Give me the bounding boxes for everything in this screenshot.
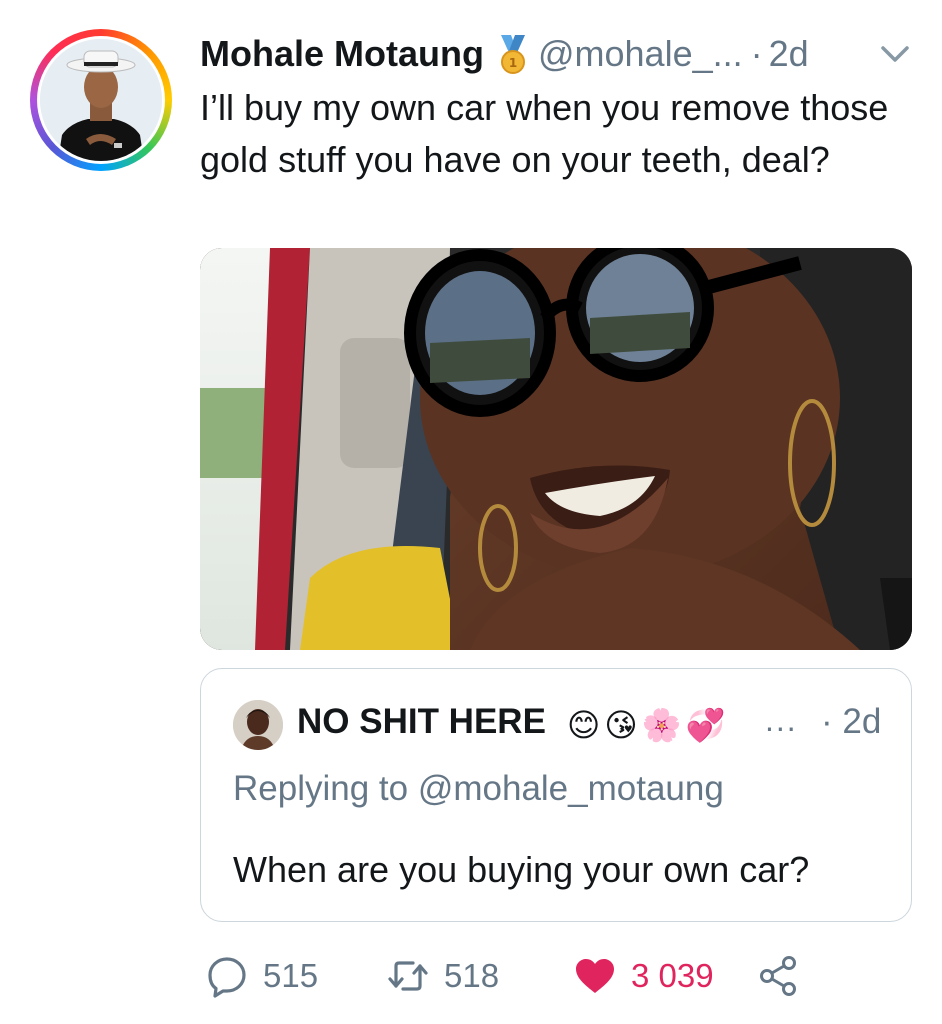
- tweet-header: Mohale Motaung 1 @mohale_... · 2d: [200, 28, 809, 80]
- reply-count: 515: [263, 957, 319, 994]
- quoted-author-avatar[interactable]: [233, 700, 283, 750]
- cherry-blossom-emoji: 🌸: [641, 707, 682, 743]
- share-icon: [760, 956, 796, 996]
- revolving-hearts-emoji: 💞: [685, 707, 726, 743]
- author-name[interactable]: Mohale Motaung: [200, 33, 484, 75]
- heart-icon: [576, 959, 614, 993]
- quoted-tweet-time[interactable]: · 2d: [821, 702, 881, 742]
- medal-icon: 1: [500, 35, 525, 74]
- tweet-photo[interactable]: [200, 248, 912, 650]
- like-count: 3 039: [631, 957, 714, 994]
- separator: ·: [750, 33, 763, 74]
- avatar-image: [40, 39, 162, 161]
- tweet-actions: 515 518 3 039: [0, 948, 942, 1004]
- author-avatar[interactable]: [30, 29, 172, 171]
- author-handle[interactable]: @mohale_...: [538, 33, 743, 75]
- quoted-author-emojis: 😊 😘 🌸 💞: [567, 705, 725, 745]
- chevron-down-icon[interactable]: [878, 40, 912, 68]
- replying-to[interactable]: Replying to @mohale_motaung: [233, 769, 724, 809]
- retweet-button[interactable]: 518: [386, 948, 499, 1004]
- share-button[interactable]: [756, 948, 800, 1004]
- tweet-time[interactable]: 2d: [769, 33, 809, 75]
- quoted-tweet[interactable]: NO SHIT HERE 😊 😘 🌸 💞 ... · 2d Replying t…: [200, 668, 912, 922]
- smiling-face-emoji: 😊: [567, 707, 601, 743]
- quoted-author-name[interactable]: NO SHIT HERE: [297, 702, 546, 742]
- tweet[interactable]: Mohale Motaung 1 @mohale_... · 2d I’ll b…: [0, 0, 942, 1024]
- truncation-ellipsis: ...: [765, 702, 798, 738]
- reply-button[interactable]: 515: [205, 948, 318, 1004]
- kissing-face-emoji: 😘: [604, 707, 638, 743]
- retweet-count: 518: [444, 957, 500, 994]
- tweet-text: I’ll buy my own car when you remove thos…: [200, 87, 889, 180]
- quoted-tweet-text: When are you buying your own car?: [233, 849, 810, 890]
- quoted-time-value: 2d: [842, 702, 882, 741]
- separator: ·: [821, 702, 833, 741]
- like-button[interactable]: 3 039: [573, 948, 714, 1004]
- avatar-inner: [37, 36, 165, 164]
- svg-text:1: 1: [509, 56, 517, 70]
- reply-icon: [208, 957, 246, 998]
- retweet-icon: [388, 961, 428, 991]
